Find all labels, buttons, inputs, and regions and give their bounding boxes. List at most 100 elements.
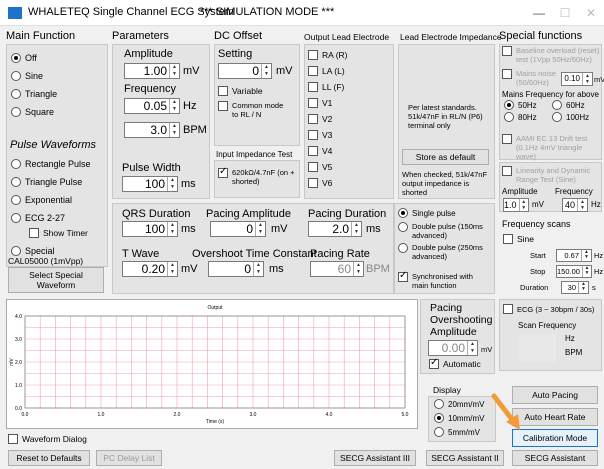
- bpm-spinner[interactable]: 3.0 ▲ ▼: [124, 122, 180, 138]
- lead-v5-checkbox[interactable]: V5: [308, 162, 332, 172]
- auto-pacing-button[interactable]: Auto Pacing: [512, 386, 598, 404]
- duration-unit: s: [592, 283, 596, 292]
- option-square[interactable]: Square: [11, 107, 54, 117]
- select-special-waveform-button[interactable]: Select Special Waveform: [8, 267, 104, 293]
- spinner-arrows-icon[interactable]: ▲ ▼: [353, 262, 363, 276]
- spinner-arrows-icon[interactable]: ▲ ▼: [578, 282, 588, 293]
- spinner-arrows-icon[interactable]: ▲ ▼: [167, 262, 177, 276]
- variable-checkbox[interactable]: Variable: [218, 86, 263, 96]
- spinner-arrows-icon[interactable]: ▲ ▼: [253, 262, 263, 276]
- spinner-arrows-icon[interactable]: ▲ ▼: [518, 199, 528, 211]
- start-spinner[interactable]: 0.67 ▲ ▼: [556, 249, 592, 262]
- stop-spinner[interactable]: 150.00 ▲ ▼: [556, 265, 592, 278]
- spinner-arrows-icon[interactable]: ▲ ▼: [167, 222, 177, 236]
- pc-delay-list-button[interactable]: PC Delay List: [96, 450, 162, 466]
- synchronised-checkbox[interactable]: Synchronised with main function: [398, 270, 490, 290]
- secg-assistant-button[interactable]: SECG Assistant: [512, 450, 598, 466]
- spinner-arrows-icon[interactable]: ▲ ▼: [261, 64, 271, 78]
- mains-noise-spinner[interactable]: 0.10 ▲ ▼: [561, 72, 593, 86]
- spinner-arrows-icon[interactable]: ▲ ▼: [169, 64, 179, 78]
- option-off[interactable]: Off: [11, 53, 37, 63]
- ecg-scan-checkbox[interactable]: ECG (3 ~ 30bpm / 30s): [503, 304, 594, 314]
- pacing-amplitude-spinner[interactable]: 0 ▲ ▼: [210, 221, 266, 237]
- dc-setting-spinner[interactable]: 0 ▲ ▼: [218, 63, 272, 79]
- mains-60hz[interactable]: 60Hz: [552, 100, 585, 110]
- radio-icon: [11, 177, 21, 187]
- maximize-icon[interactable]: ☐: [552, 3, 578, 23]
- auto-heart-rate-button[interactable]: Auto Heart Rate: [512, 408, 598, 426]
- duration-spinner[interactable]: 30 ▲ ▼: [561, 281, 589, 294]
- spinner-arrows-icon[interactable]: ▲ ▼: [169, 99, 179, 113]
- linearity-checkbox[interactable]: Linearity and Dynamic Range Test (Sine): [502, 166, 602, 184]
- display-20mm[interactable]: 20mm/mV: [434, 399, 484, 409]
- secg-assistant-2-button[interactable]: SECG Assistant II: [426, 450, 504, 466]
- option-triangle[interactable]: Triangle: [11, 89, 57, 99]
- lead-v2-checkbox[interactable]: V2: [308, 114, 332, 124]
- minimize-icon[interactable]: —: [526, 3, 552, 23]
- option-special[interactable]: Special: [11, 246, 55, 256]
- double-pulse-150-radio[interactable]: Double pulse (150ms advanced): [398, 222, 490, 240]
- spinner-arrows-icon[interactable]: ▲ ▼: [255, 222, 265, 236]
- option-ecg-2-27[interactable]: ECG 2-27: [11, 213, 65, 223]
- show-timer-checkbox[interactable]: Show Timer: [29, 228, 88, 238]
- impedance-checkbox[interactable]: 620kΩ/4.7nF (on + shorted): [218, 166, 298, 186]
- spinner-arrows-icon[interactable]: ▲ ▼: [351, 222, 361, 236]
- display-10mm[interactable]: 10mm/mV: [434, 413, 484, 423]
- spinner-arrows-icon[interactable]: ▲ ▼: [169, 123, 179, 137]
- lead-v1-checkbox[interactable]: V1: [308, 98, 332, 108]
- spinner-arrows-icon[interactable]: ▲ ▼: [581, 266, 591, 277]
- amplitude-spinner[interactable]: 1.00 ▲ ▼: [124, 63, 180, 79]
- pacing-overshoot-spinner[interactable]: 0.00 ▲ ▼: [428, 340, 478, 356]
- option-triangle-pulse[interactable]: Triangle Pulse: [11, 177, 82, 187]
- linearity-frequency-spinner[interactable]: 40 ▲ ▼: [562, 198, 588, 212]
- spinner-arrows-icon[interactable]: ▲ ▼: [581, 250, 591, 261]
- common-mode-checkbox[interactable]: Common mode to RL / N: [218, 101, 290, 119]
- pacing-overshoot-title: Pacing Overshooting Amplitude: [430, 302, 493, 338]
- baseline-overload-checkbox[interactable]: Baseline overload (reset) test (1Vpp 50H…: [502, 46, 602, 64]
- lead-la-checkbox[interactable]: LA (L): [308, 66, 345, 76]
- checkbox-icon: [308, 146, 318, 156]
- t-wave-spinner[interactable]: 0.20 ▲ ▼: [122, 261, 178, 277]
- option-rectangle-pulse[interactable]: Rectangle Pulse: [11, 159, 91, 169]
- lead-v4-checkbox[interactable]: V4: [308, 146, 332, 156]
- calibration-mode-button[interactable]: Calibration Mode: [512, 429, 598, 447]
- radio-icon: [11, 246, 21, 256]
- pulse-width-spinner[interactable]: 100 ▲ ▼: [122, 176, 178, 192]
- mains-100hz[interactable]: 100Hz: [552, 112, 589, 122]
- lead-ll-checkbox[interactable]: LL (F): [308, 82, 344, 92]
- x-tick-label: 2.0: [174, 412, 181, 418]
- mains-80hz[interactable]: 80Hz: [504, 112, 537, 122]
- store-default-button[interactable]: Store as default: [402, 149, 489, 165]
- mains-50hz[interactable]: 50Hz: [504, 100, 537, 110]
- qrs-duration-spinner[interactable]: 100 ▲ ▼: [122, 221, 178, 237]
- checkbox-icon: [503, 304, 513, 314]
- lead-ra-checkbox[interactable]: RA (R): [308, 50, 348, 60]
- frequency-spinner[interactable]: 0.05 ▲ ▼: [124, 98, 180, 114]
- aami-drift-checkbox[interactable]: AAMI EC 13 Drift test (0.1Hz 4mV triangl…: [502, 134, 602, 161]
- waveform-dialog-checkbox[interactable]: Waveform Dialog: [8, 434, 87, 444]
- single-pulse-radio[interactable]: Single pulse: [398, 208, 456, 218]
- sine-scan-checkbox[interactable]: Sine: [503, 234, 534, 244]
- linearity-amplitude-unit: mV: [532, 200, 544, 209]
- pacing-duration-spinner[interactable]: 2.0 ▲ ▼: [308, 221, 362, 237]
- reset-defaults-button[interactable]: Reset to Defaults: [8, 450, 90, 466]
- spinner-arrows-icon[interactable]: ▲ ▼: [582, 73, 592, 85]
- automatic-checkbox[interactable]: Automatic: [429, 357, 481, 369]
- pacing-rate-spinner[interactable]: 60 ▲ ▼: [310, 261, 364, 277]
- overshoot-tc-spinner[interactable]: 0 ▲ ▼: [208, 261, 264, 277]
- option-exponential[interactable]: Exponential: [11, 195, 72, 205]
- pulse-width-label: Pulse Width: [122, 162, 181, 174]
- checkbox-icon: [502, 134, 512, 144]
- spinner-arrows-icon[interactable]: ▲ ▼: [467, 341, 477, 355]
- linearity-amplitude-spinner[interactable]: 1.0 ▲ ▼: [503, 198, 529, 212]
- secg-assistant-3-button[interactable]: SECG Assistant III: [334, 450, 416, 466]
- display-5mm[interactable]: 5mm/mV: [434, 427, 480, 437]
- close-icon[interactable]: ✕: [578, 3, 604, 23]
- double-pulse-250-radio[interactable]: Double pulse (250ms advanced): [398, 243, 490, 261]
- lead-v6-checkbox[interactable]: V6: [308, 178, 332, 188]
- spinner-arrows-icon[interactable]: ▲ ▼: [167, 177, 177, 191]
- lead-v3-checkbox[interactable]: V3: [308, 130, 332, 140]
- mains-noise-checkbox[interactable]: Mains noise (50/60Hz): [502, 69, 560, 87]
- option-sine[interactable]: Sine: [11, 71, 43, 81]
- spinner-arrows-icon[interactable]: ▲ ▼: [577, 199, 587, 211]
